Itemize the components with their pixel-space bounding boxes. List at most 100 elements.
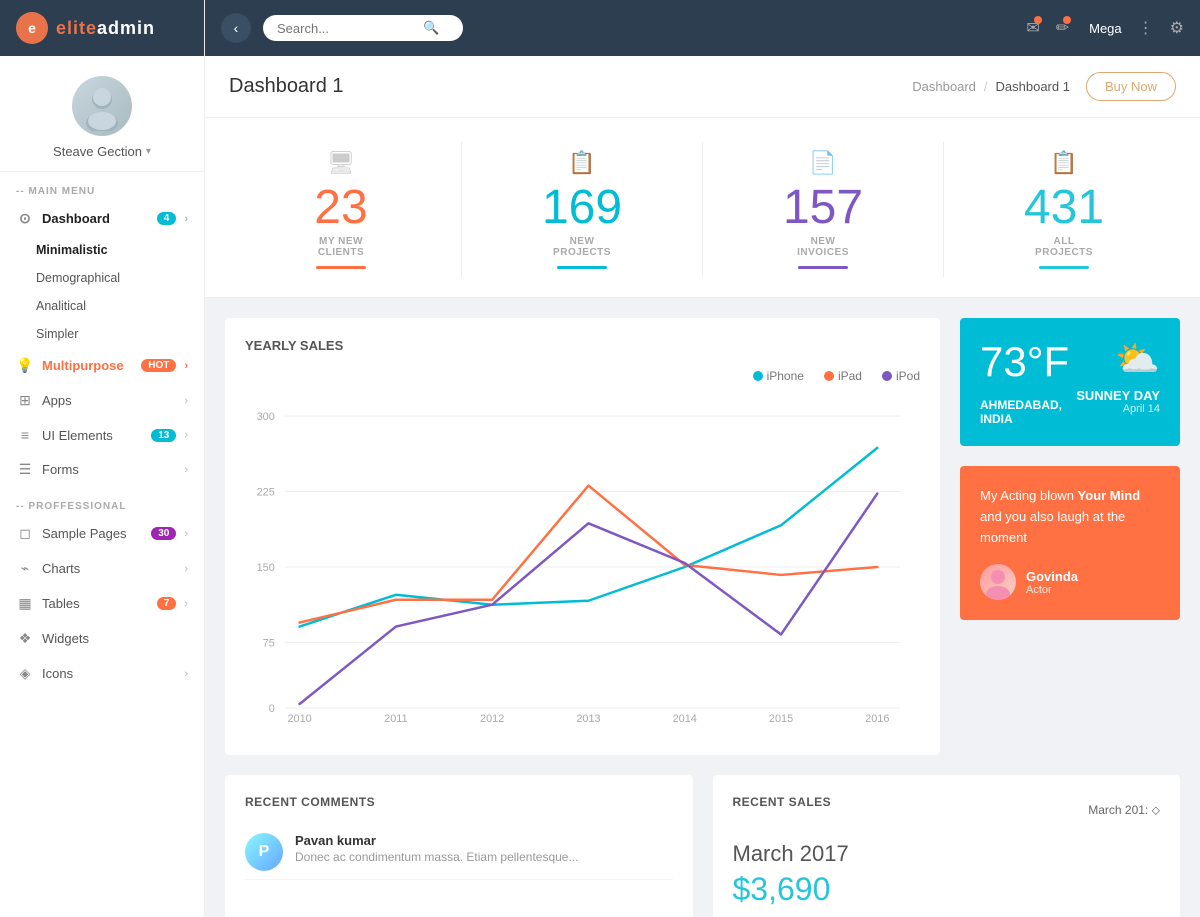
- sidebar-item-dashboard[interactable]: ⊙ Dashboard 4 ›: [0, 201, 204, 236]
- stat-all-projects: 📋 431 ALLPROJECTS: [944, 142, 1184, 277]
- logo-icon: e: [16, 12, 48, 44]
- svg-text:2012: 2012: [480, 713, 504, 725]
- legend-dot-iphone: [753, 371, 763, 381]
- chart-container: 300 225 150 75 0 2010 2011: [245, 395, 920, 735]
- svg-text:2011: 2011: [384, 713, 407, 725]
- content-area: YEARLY SALES iPhone iPad iPod: [205, 298, 1200, 775]
- svg-text:150: 150: [257, 562, 275, 574]
- weather-card: 73°F AHMEDABAD,INDIA ⛅ SUNNEY DAY April …: [960, 318, 1180, 446]
- weather-icon: ⛅: [1076, 338, 1160, 380]
- chevron-right-icon: ›: [184, 360, 188, 372]
- charts-icon: ⌁: [16, 560, 34, 577]
- comment-item: P Pavan kumar Donec ac condimentum massa…: [245, 825, 673, 880]
- month-selector[interactable]: March 201: ⬦: [1088, 803, 1160, 818]
- search-icon: 🔍: [423, 20, 439, 36]
- author-name: Govinda: [1026, 569, 1078, 584]
- recent-sales-title: RECENT SALES: [733, 795, 832, 809]
- widgets-icon: ❖: [16, 630, 34, 647]
- stat-value-clients: 23: [314, 184, 367, 232]
- author-avatar: [980, 564, 1016, 600]
- stat-label-all-projects: ALLPROJECTS: [1035, 236, 1093, 258]
- chevron-right-icon: ›: [184, 429, 188, 441]
- sample-pages-icon: ◻: [16, 525, 34, 542]
- stat-label-projects: NEWPROJECTS: [553, 236, 611, 258]
- icons-icon: ◈: [16, 665, 34, 682]
- weather-temperature: 73°F: [980, 338, 1069, 386]
- svg-text:0: 0: [269, 703, 275, 715]
- sidebar-item-icons[interactable]: ◈ Icons ›: [0, 656, 204, 691]
- ui-elements-icon: ≡: [16, 427, 34, 443]
- sidebar-logo: e eliteadmin: [0, 0, 204, 56]
- search-box[interactable]: 🔍: [263, 15, 463, 41]
- breadcrumb-sep: /: [984, 79, 988, 94]
- svg-text:2014: 2014: [673, 713, 697, 725]
- quote-author: Govinda Actor: [980, 564, 1160, 600]
- legend-ipod: iPod: [882, 369, 920, 383]
- main-content: ‹ 🔍 ✉ ✏ Mega ⋮ ⚙ Dashboard 1: [205, 0, 1200, 917]
- yearly-sales-chart: 300 225 150 75 0 2010 2011: [245, 395, 920, 735]
- legend-dot-ipod: [882, 371, 892, 381]
- sidebar-item-tables[interactable]: ▦ Tables 7 ›: [0, 586, 204, 621]
- mail-icon[interactable]: ✉: [1026, 18, 1039, 38]
- chart-title: YEARLY SALES: [245, 338, 920, 353]
- sidebar-item-charts[interactable]: ⌁ Charts ›: [0, 551, 204, 586]
- dashboard-icon: ⊙: [16, 210, 34, 227]
- sidebar-subitem-demographical[interactable]: Demographical: [0, 264, 204, 292]
- page-header: Dashboard 1 Dashboard / Dashboard 1 Buy …: [205, 56, 1200, 118]
- svg-text:75: 75: [263, 637, 275, 649]
- back-button[interactable]: ‹: [221, 13, 251, 43]
- sidebar-item-widgets[interactable]: ❖ Widgets: [0, 621, 204, 656]
- chevron-right-icon: ›: [184, 395, 188, 407]
- main-menu-label: -- MAIN MENU: [0, 172, 204, 201]
- weather-condition: SUNNEY DAY: [1076, 388, 1160, 403]
- legend-dot-ipad: [824, 371, 834, 381]
- commenter-avatar: P: [245, 833, 283, 871]
- right-panel: 73°F AHMEDABAD,INDIA ⛅ SUNNEY DAY April …: [960, 318, 1180, 755]
- stat-value-invoices: 157: [783, 184, 863, 232]
- stat-my-new-clients: 🖥 23 MY NEWCLIENTS: [221, 142, 462, 277]
- weather-location: AHMEDABAD,INDIA: [980, 398, 1069, 426]
- breadcrumb-current: Dashboard 1: [996, 79, 1070, 94]
- buy-now-button[interactable]: Buy Now: [1086, 72, 1176, 101]
- sidebar-subitem-minimalistic[interactable]: Minimalistic: [0, 236, 204, 264]
- comment-content: Pavan kumar Donec ac condimentum massa. …: [295, 833, 578, 871]
- professional-label: -- PROFFESSIONAL: [0, 487, 204, 516]
- profile-name[interactable]: Steave Gection ▾: [53, 144, 151, 159]
- profile-arrow: ▾: [146, 146, 151, 157]
- recent-sales-section: RECENT SALES March 201: ⬦ March 2017 $3,…: [713, 775, 1181, 917]
- sidebar-item-sample-pages[interactable]: ◻ Sample Pages 30 ›: [0, 516, 204, 551]
- apps-icon: ⊞: [16, 392, 34, 409]
- svg-text:300: 300: [257, 411, 275, 423]
- search-input[interactable]: [277, 21, 417, 36]
- multipurpose-icon: 💡: [16, 357, 34, 374]
- breadcrumb: Dashboard / Dashboard 1: [912, 79, 1070, 94]
- chevron-right-icon: ›: [184, 528, 188, 540]
- quote-text: My Acting blown Your Mind and you also l…: [980, 486, 1160, 548]
- author-role: Actor: [1026, 584, 1078, 596]
- comment-text: Donec ac condimentum massa. Etiam pellen…: [295, 850, 578, 864]
- chevron-right-icon: ›: [184, 213, 188, 225]
- more-options-icon[interactable]: ⋮: [1138, 18, 1154, 38]
- stat-underline-clients: [316, 266, 366, 269]
- sidebar-subitem-simpler[interactable]: Simpler: [0, 320, 204, 348]
- legend-iphone: iPhone: [753, 369, 804, 383]
- sales-month: March 2017: [733, 841, 1161, 867]
- sidebar-item-apps[interactable]: ⊞ Apps ›: [0, 383, 204, 418]
- author-info: Govinda Actor: [1026, 569, 1078, 596]
- user-profile: Steave Gection ▾: [0, 56, 204, 172]
- edit-icon[interactable]: ✏: [1056, 18, 1069, 38]
- stat-value-all-projects: 431: [1024, 184, 1104, 232]
- stat-label-clients: MY NEWCLIENTS: [318, 236, 364, 258]
- notification-dot: [1034, 16, 1042, 24]
- svg-text:2016: 2016: [865, 713, 889, 725]
- sidebar-item-forms[interactable]: ☰ Forms ›: [0, 452, 204, 487]
- chevron-right-icon: ›: [184, 563, 188, 575]
- sidebar-subitem-analitical[interactable]: Analitical: [0, 292, 204, 320]
- sidebar-item-ui-elements[interactable]: ≡ UI Elements 13 ›: [0, 418, 204, 452]
- monitor-icon: 🖥: [327, 150, 355, 176]
- page-content: Dashboard 1 Dashboard / Dashboard 1 Buy …: [205, 56, 1200, 917]
- sidebar-item-multipurpose[interactable]: 💡 Multipurpose HOT ›: [0, 348, 204, 383]
- settings-icon[interactable]: ⚙: [1170, 18, 1184, 38]
- svg-text:2015: 2015: [769, 713, 793, 725]
- recent-comments-section: RECENT COMMENTS P Pavan kumar Donec ac c…: [225, 775, 693, 917]
